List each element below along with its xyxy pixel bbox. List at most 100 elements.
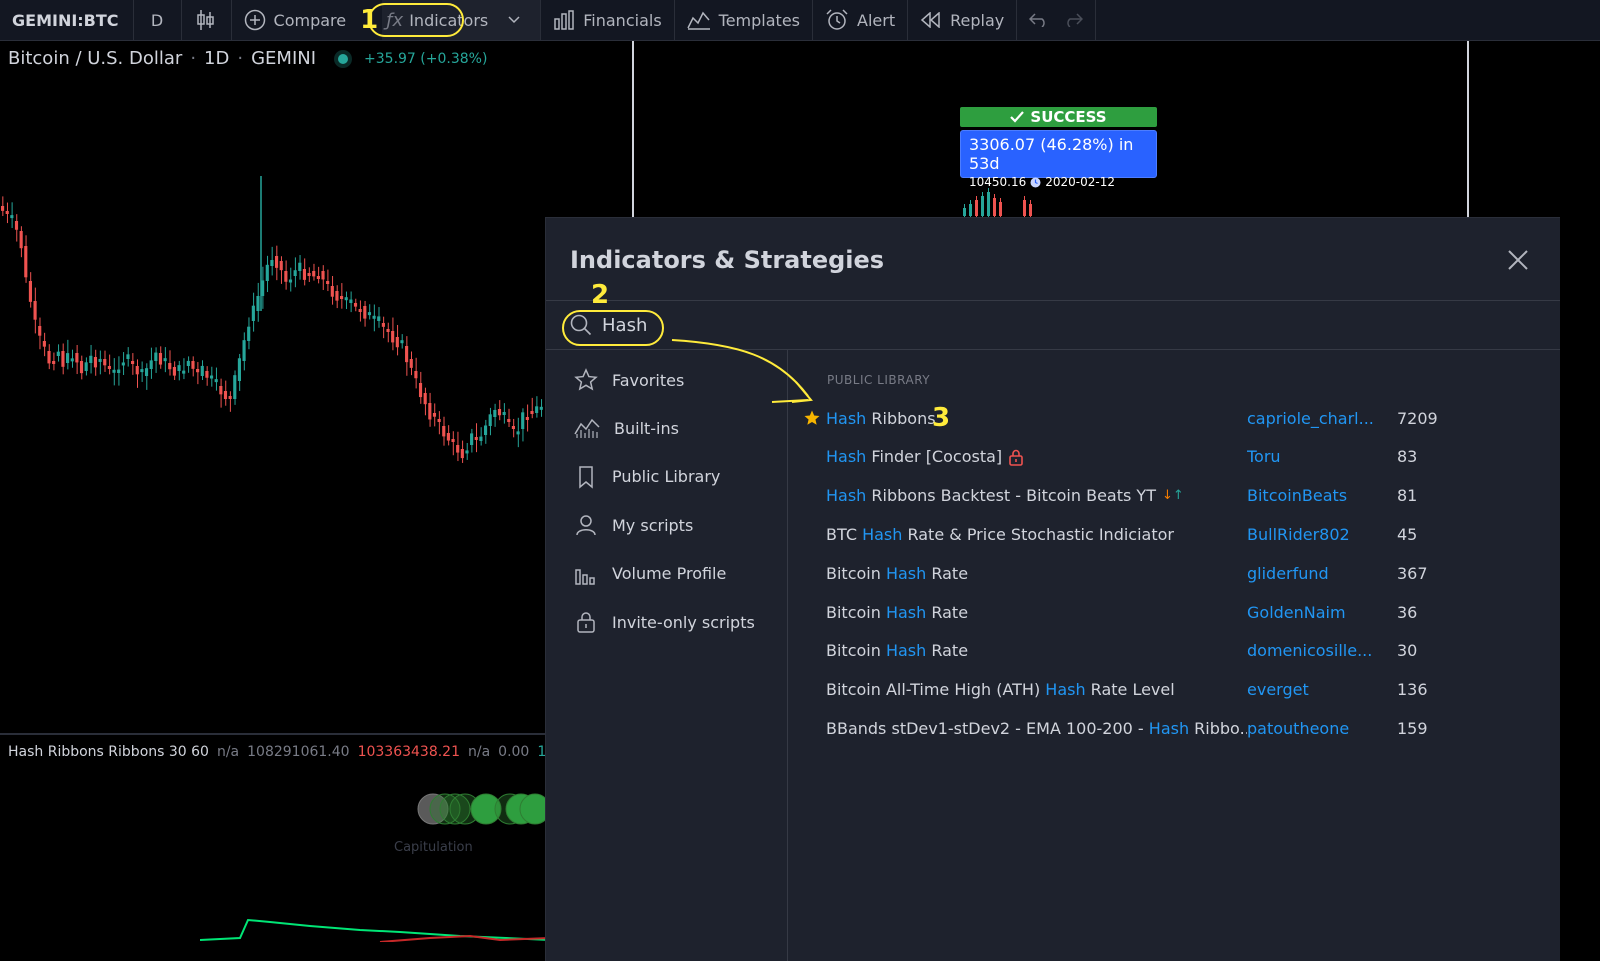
close-icon[interactable]: [1506, 248, 1530, 272]
category-invite-only-scripts[interactable]: Invite-only scripts: [574, 610, 755, 634]
success-badge: SUCCESS: [960, 107, 1157, 127]
templates-icon: [686, 11, 710, 30]
chart-type-button[interactable]: [182, 0, 232, 40]
category-label: My scripts: [612, 515, 694, 535]
trade-result-tooltip: 3306.07 (46.28%) in 53d 10450.16 2020-02…: [960, 130, 1157, 189]
result-text: Rate Level: [1085, 680, 1175, 700]
result-likes-count: 81: [1397, 486, 1418, 506]
success-label: SUCCESS: [1030, 108, 1107, 126]
result-author[interactable]: gliderfund: [1247, 564, 1397, 583]
plus-circle-icon: [244, 9, 265, 31]
result-author[interactable]: BullRider802: [1247, 525, 1397, 544]
lock-icon: [1008, 448, 1024, 466]
result-title: Bitcoin Hash Rate: [826, 603, 968, 622]
result-author[interactable]: capriole_charl...: [1247, 409, 1397, 428]
financials-button[interactable]: Financials: [541, 0, 675, 40]
result-likes-count: 83: [1397, 447, 1418, 467]
search-match: Hash: [862, 524, 903, 544]
result-row[interactable]: BTC Hash Rate & Price Stochastic Indicia…: [798, 515, 1538, 553]
top-toolbar: GEMINI:BTC D Compare 1 ƒx Indicators Fin…: [0, 0, 1600, 41]
redo-icon[interactable]: [1063, 13, 1084, 27]
result-text: Bitcoin: [826, 563, 886, 583]
result-row[interactable]: Hash Ribbons Backtest - Bitcoin Beats YT…: [798, 477, 1538, 515]
result-row[interactable]: BBands stDev1-stDev2 - EMA 100-200 - Has…: [798, 709, 1538, 747]
category-my-scripts[interactable]: My scripts: [574, 513, 693, 537]
compare-button[interactable]: Compare: [232, 0, 355, 40]
check-icon: [1010, 111, 1025, 123]
result-likes-count: 30: [1397, 641, 1418, 661]
clock-icon: [1030, 177, 1041, 187]
result-name: BTC Hash Rate & Price Stochastic Indicia…: [826, 525, 1247, 544]
user-icon: [574, 513, 598, 537]
undo-redo-group: [1017, 0, 1097, 40]
result-text: Rate: [926, 641, 969, 661]
templates-label: Templates: [718, 10, 800, 30]
pane-divider[interactable]: [0, 733, 548, 735]
result-row[interactable]: Bitcoin Hash Rate domenicosille... 30: [798, 632, 1538, 670]
category-public-library[interactable]: Public Library: [574, 465, 720, 489]
strategy-icon: ↓↑: [1161, 488, 1184, 504]
result-row[interactable]: Hash Finder [Cocosta] Toru 83: [798, 438, 1538, 476]
search-match: Hash: [1148, 718, 1190, 738]
result-row[interactable]: Bitcoin Hash Rate GoldenNaim 36: [798, 593, 1538, 631]
chart-line-icon: [574, 416, 600, 440]
trade-details: 10450.16 2020-02-12: [969, 175, 1148, 189]
result-title: Bitcoin Hash Rate: [826, 641, 968, 660]
category-label: Invite-only scripts: [612, 612, 755, 632]
category-volume-profile[interactable]: Volume Profile: [574, 562, 726, 586]
indicator-value: n/a: [216, 744, 240, 760]
category-built-ins[interactable]: Built-ins: [574, 416, 679, 440]
alert-button[interactable]: Alert: [813, 0, 909, 40]
symbol-search-button[interactable]: GEMINI:BTC: [0, 0, 134, 40]
result-row[interactable]: Bitcoin Hash Rate gliderfund 367: [798, 554, 1538, 592]
dialog-title: Indicators & Strategies: [570, 246, 885, 274]
result-author[interactable]: domenicosille...: [1247, 641, 1397, 660]
result-text: Rate: [926, 563, 969, 583]
result-author[interactable]: everget: [1247, 680, 1397, 699]
result-likes-count: 7209: [1397, 408, 1438, 428]
indicator-name: Hash Ribbons Ribbons 30 60: [8, 744, 209, 760]
interval-button[interactable]: D: [134, 0, 182, 40]
chevron-down-icon[interactable]: [508, 16, 520, 24]
result-row[interactable]: Hash Ribbons capriole_charl... 7209: [798, 399, 1538, 437]
candlestick-icon: [197, 10, 214, 30]
search-match: Hash: [885, 641, 927, 661]
result-author[interactable]: BitcoinBeats: [1247, 486, 1397, 505]
result-author[interactable]: patoutheone: [1247, 719, 1397, 738]
replay-label: Replay: [950, 10, 1005, 30]
category-label: Public Library: [612, 467, 721, 487]
replay-button[interactable]: Replay: [908, 0, 1018, 40]
result-name: Bitcoin Hash Rate: [826, 641, 1247, 660]
star-icon: [574, 368, 598, 392]
result-name: BBands stDev1-stDev2 - EMA 100-200 - Has…: [826, 719, 1247, 738]
result-author[interactable]: Toru: [1247, 447, 1397, 466]
search-match: Hash: [826, 486, 867, 506]
indicator-value: 103363438.21: [357, 744, 460, 760]
bar-chart-icon: [554, 10, 574, 30]
result-author[interactable]: GoldenNaim: [1247, 603, 1397, 622]
hash-ribbon-circles: [417, 793, 550, 825]
alarm-clock-icon: [826, 9, 848, 30]
divider: [546, 300, 1560, 301]
search-match: Hash: [885, 602, 927, 622]
category-label: Volume Profile: [612, 564, 727, 584]
range-end-line: [1467, 41, 1469, 221]
result-text: Bitcoin: [826, 602, 886, 622]
volume-profile-icon: [574, 562, 598, 586]
templates-button[interactable]: Templates: [675, 0, 813, 40]
result-name: Bitcoin All-Time High (ATH) Hash Rate Le…: [826, 680, 1247, 699]
result-name: Bitcoin Hash Rate: [826, 564, 1247, 583]
bookmark-icon: [574, 465, 598, 489]
result-likes-count: 367: [1397, 563, 1428, 583]
result-likes-count: 36: [1397, 602, 1418, 622]
result-title: BBands stDev1-stDev2 - EMA 100-200 - Has…: [826, 719, 1247, 738]
search-match: Hash: [1045, 680, 1086, 700]
price-chart[interactable]: [0, 41, 548, 731]
trade-price: 10450.16: [969, 175, 1027, 189]
result-text: Ribbons: [866, 408, 936, 428]
annotation-step-3: 3: [932, 403, 951, 433]
undo-icon[interactable]: [1029, 13, 1049, 27]
result-row[interactable]: Bitcoin All-Time High (ATH) Hash Rate Le…: [798, 671, 1538, 709]
result-name: Bitcoin Hash Rate: [826, 603, 1247, 622]
trade-date: 2020-02-12: [1045, 175, 1116, 189]
